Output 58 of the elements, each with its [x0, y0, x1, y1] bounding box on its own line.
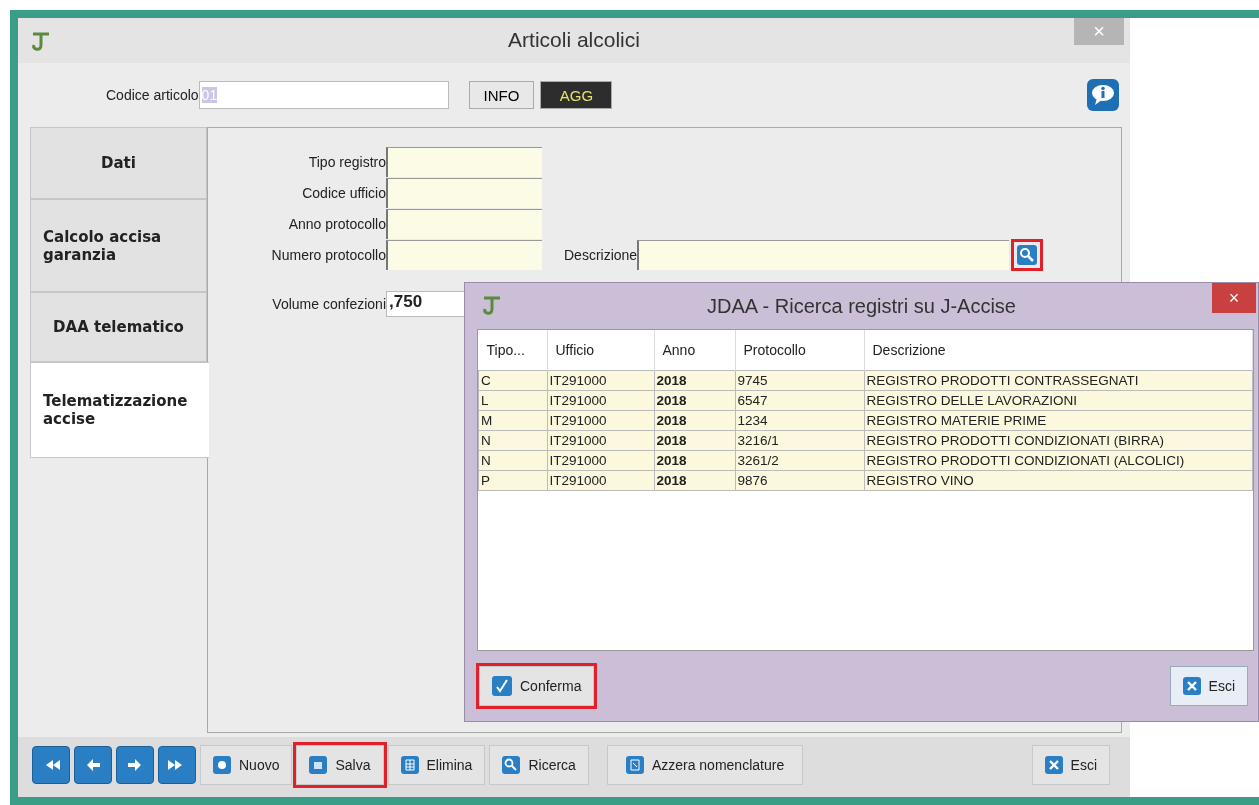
logo-icon: [481, 294, 503, 316]
side-tab[interactable]: Calcolo accisa garanzia: [30, 199, 207, 292]
new-button[interactable]: Nuovo: [200, 745, 293, 785]
table-cell: P: [478, 470, 547, 491]
input-field[interactable]: [386, 208, 542, 239]
search-button[interactable]: [1011, 238, 1044, 271]
field-label: Codice ufficio: [301, 184, 386, 201]
field-label: Codice articolo: [106, 87, 199, 103]
table-cell: IT291000: [547, 370, 654, 391]
confirm-button[interactable]: Conferma: [479, 666, 595, 706]
save-button[interactable]: Salva: [296, 745, 384, 785]
side-tab[interactable]: DAA telematico: [30, 292, 207, 362]
input-field[interactable]: [386, 146, 542, 177]
side-tab[interactable]: Telematizzazione accise: [30, 362, 209, 458]
table-cell: N: [478, 450, 547, 471]
table-cell: C: [478, 370, 547, 391]
close-button[interactable]: ×: [1212, 283, 1256, 313]
description-field[interactable]: [637, 239, 1010, 270]
prev-button[interactable]: [74, 746, 112, 784]
table-cell: REGISTRO PRODOTTI CONTRASSEGNATI: [864, 370, 1253, 391]
window-title: Articoli alcolici: [507, 28, 641, 52]
table-cell: M: [478, 410, 547, 431]
table-cell: REGISTRO MATERIE PRIME: [864, 410, 1253, 431]
document-icon: [625, 756, 644, 774]
dialog-title: JDAA - Ricerca registri su J-Accise: [706, 295, 1017, 318]
field-label: Tipo registro: [307, 153, 386, 170]
exit-button[interactable]: Esci: [1031, 745, 1110, 785]
table-cell: REGISTRO PRODOTTI CONDIZIONATI (ALCOLICI): [864, 450, 1253, 471]
info-icon[interactable]: [1086, 78, 1120, 112]
input-field[interactable]: [386, 177, 542, 208]
reset-button[interactable]: Azzera nomenclature: [606, 745, 804, 785]
delete-button[interactable]: Elimina: [387, 745, 486, 785]
close-icon: [1182, 677, 1201, 695]
field-label: Volume confezioni: [271, 295, 386, 312]
first-button[interactable]: [32, 746, 70, 784]
field-label: Anno protocollo: [287, 215, 386, 232]
next-button[interactable]: [116, 746, 154, 784]
checkmark-icon: [492, 676, 512, 696]
last-button[interactable]: [158, 746, 196, 784]
input-field[interactable]: [386, 239, 542, 270]
side-tab[interactable]: Dati: [30, 127, 207, 199]
table-cell: L: [478, 390, 547, 411]
table-cell: 9745: [735, 370, 864, 391]
field-label: Descrizione: [564, 246, 638, 263]
search-icon: [502, 756, 521, 774]
table-cell: REGISTRO DELLE LAVORAZIONI: [864, 390, 1253, 411]
exit-button[interactable]: Esci: [1169, 666, 1248, 706]
table-cell: N: [478, 430, 547, 451]
grid-icon: [400, 756, 419, 774]
close-icon: [1044, 756, 1063, 774]
table-cell: 2018: [654, 370, 735, 391]
field-label: Numero protocollo: [270, 246, 386, 263]
volume-field[interactable]: ,750: [386, 290, 466, 317]
search-button[interactable]: Ricerca: [489, 745, 589, 785]
toggle-button[interactable]: INFO: [468, 81, 535, 109]
table-cell: REGISTRO VINO: [864, 470, 1253, 491]
toggle-button[interactable]: AGG: [540, 81, 613, 109]
table-cell: REGISTRO PRODOTTI CONDIZIONATI (BIRRA): [864, 430, 1253, 451]
